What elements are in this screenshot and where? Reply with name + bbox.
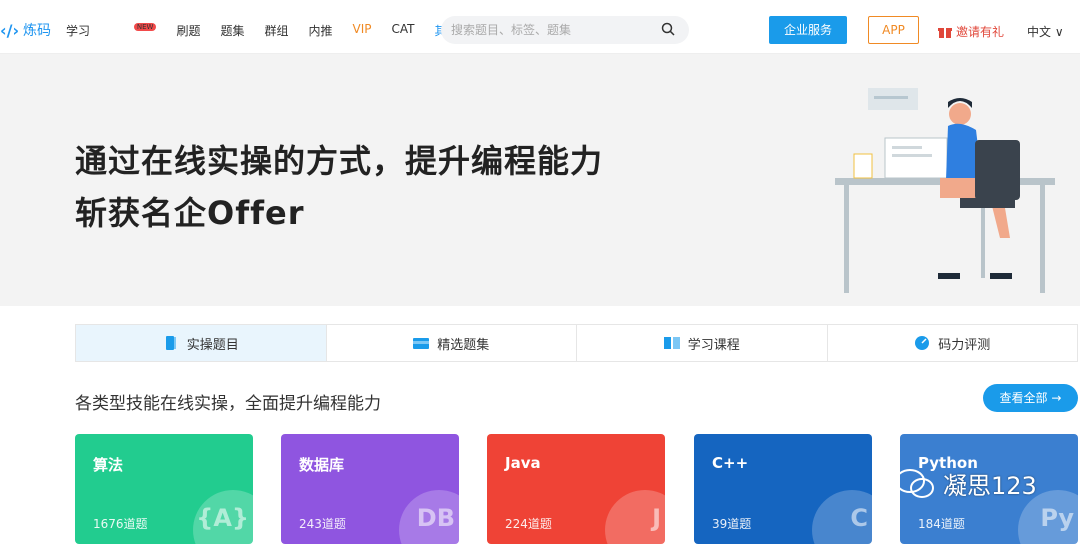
chevron-down-icon: ∨ <box>1054 25 1064 39</box>
card-problem-count: 184道题 <box>918 517 965 531</box>
card-title: 数据库 <box>299 456 345 474</box>
hero-banner: 通过在线实操的方式，提升编程能力 斩获名企Offer <box>0 54 1080 306</box>
wechat-icon <box>895 468 934 498</box>
programmer-illustration <box>835 88 1055 293</box>
hero-subheadline: 斩获名企Offer <box>75 194 305 232</box>
folder-icon <box>413 338 430 349</box>
card-title: Java <box>505 454 541 472</box>
wechat-watermark: 凝思123 <box>895 466 1037 501</box>
language-label: 中文 <box>1027 25 1052 39</box>
skill-card[interactable]: 算法 1676道题 {A} <box>75 434 253 544</box>
card-problem-count: 1676道题 <box>93 517 148 531</box>
nav-item-referral[interactable]: 内推 <box>308 22 332 39</box>
card-problem-count: 243道题 <box>299 517 346 531</box>
language-logo-icon: Py <box>1040 504 1074 532</box>
nav-item-label: 学习 <box>66 24 91 38</box>
watermark-text: 凝思123 <box>943 472 1037 500</box>
view-all-label: 查看全部 <box>999 391 1048 405</box>
enterprise-service-button[interactable]: 企业服务 <box>769 16 847 44</box>
navbar: ‹/› 炼码 学习 NEW 刷题 题集 群组 内推 VIP CAT 其他... … <box>0 8 1080 54</box>
search-input[interactable] <box>451 16 651 44</box>
app-button[interactable]: APP <box>868 16 919 44</box>
nav-item-cat[interactable]: CAT <box>391 22 414 39</box>
nav-item-vip[interactable]: VIP <box>353 22 372 39</box>
view-all-button[interactable]: 查看全部 → <box>983 384 1078 412</box>
invite-label: 邀请有礼 <box>956 25 1005 39</box>
invite-link[interactable]: 邀请有礼 <box>938 23 1004 40</box>
skill-card[interactable]: 数据库 243道题 DB <box>281 434 459 544</box>
gauge-icon <box>915 336 930 350</box>
logo[interactable]: ‹/› 炼码 <box>0 20 51 40</box>
nav-item-problem-sets[interactable]: 题集 <box>220 22 244 39</box>
tab-selected-sets[interactable]: 精选题集 <box>327 325 577 361</box>
tab-courses[interactable]: 学习课程 <box>577 325 828 361</box>
skill-card[interactable]: C++ 39道题 C <box>694 434 872 544</box>
search-box <box>441 16 689 44</box>
tab-label: 学习课程 <box>687 337 740 353</box>
tab-label: 精选题集 <box>437 337 490 353</box>
nav-item-groups[interactable]: 群组 <box>264 22 288 39</box>
language-selector[interactable]: 中文 ∨ <box>1027 23 1064 40</box>
nav-item-practice[interactable]: 刷题 <box>176 22 200 39</box>
language-logo-icon: C <box>850 504 868 532</box>
gift-icon <box>938 27 952 38</box>
main-menu: 学习 NEW 刷题 题集 群组 内推 VIP CAT 其他... <box>66 22 490 39</box>
new-badge: NEW <box>133 23 157 31</box>
tab-coding-assessment[interactable]: 码力评测 <box>828 325 1078 361</box>
tab-label: 实操题目 <box>186 337 239 353</box>
section-title: 各类型技能在线实操，全面提升编程能力 <box>75 394 381 414</box>
language-logo-icon: J <box>652 504 661 532</box>
card-problem-count: 224道题 <box>505 517 552 531</box>
card-problem-count: 39道题 <box>712 517 752 531</box>
card-title: 算法 <box>93 456 124 474</box>
arrow-right-icon: → <box>1051 391 1062 405</box>
skill-card[interactable]: Java 224道题 J <box>487 434 665 544</box>
language-logo-icon: DB <box>416 504 455 532</box>
nav-item-study[interactable]: 学习 NEW <box>66 22 157 39</box>
card-title: C++ <box>712 454 749 472</box>
search-icon[interactable] <box>661 22 675 36</box>
code-logo-icon: ‹/› <box>0 20 20 40</box>
tab-hands-on-problems[interactable]: 实操题目 <box>76 325 327 361</box>
category-tabs: 实操题目 精选题集 学习课程 码力评测 <box>75 324 1078 362</box>
tab-label: 码力评测 <box>938 337 991 353</box>
hero-headline: 通过在线实操的方式，提升编程能力 <box>75 142 604 180</box>
book-icon <box>165 336 176 350</box>
logo-text: 炼码 <box>23 23 52 39</box>
language-logo-icon: {A} <box>196 504 249 532</box>
open-book-icon <box>663 337 680 349</box>
top-strip <box>0 0 1080 8</box>
